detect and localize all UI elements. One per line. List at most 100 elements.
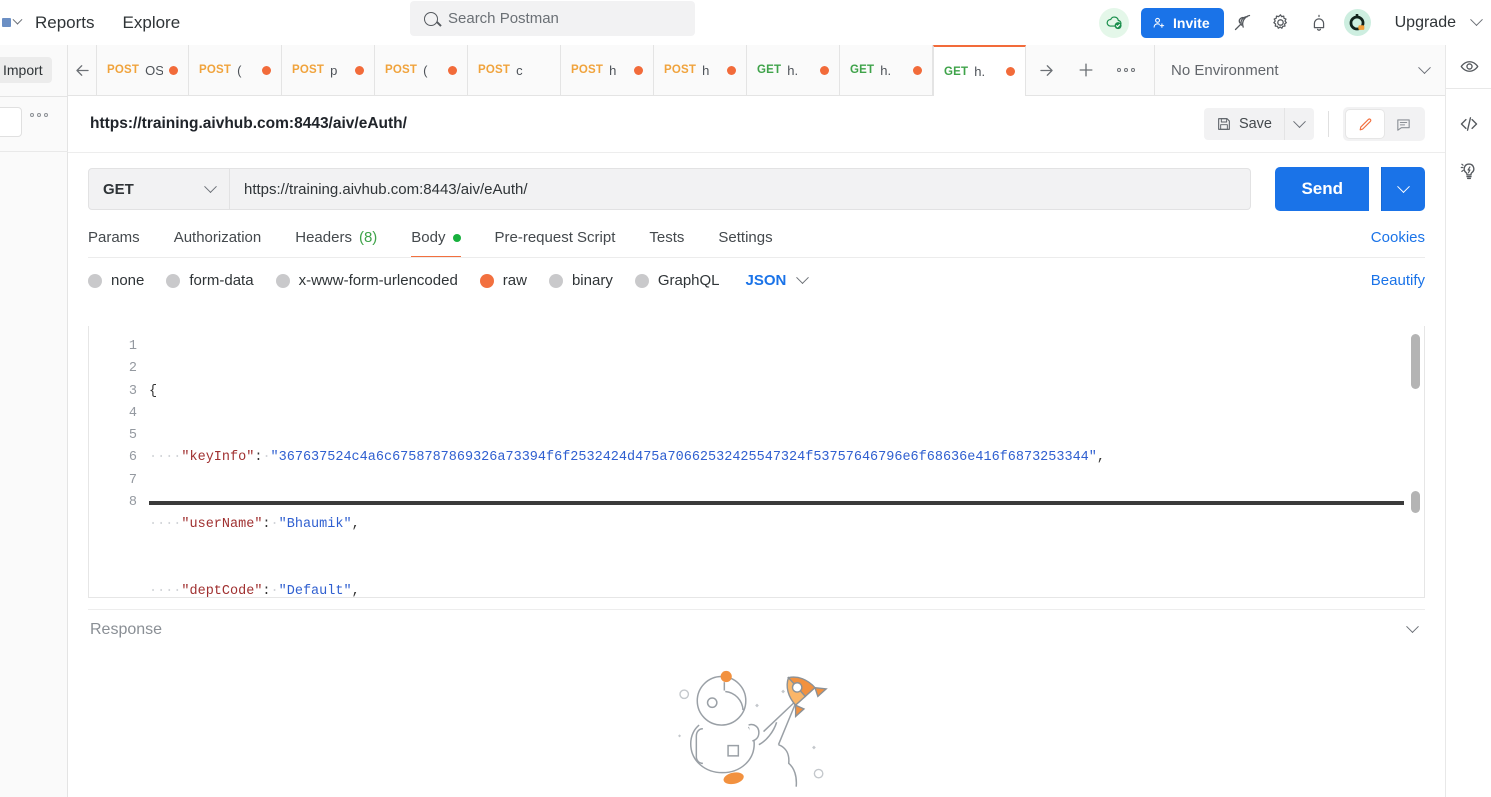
radio-icon (88, 273, 102, 288)
collection-filter-box[interactable] (0, 107, 22, 137)
import-button[interactable]: Import (0, 57, 52, 83)
code-line: ····"keyInfo":·"367637524c4a6c6758787869… (149, 450, 1105, 466)
body-type-x-www-form-urlencoded[interactable]: x-www-form-urlencoded (275, 272, 458, 289)
eye-icon[interactable] (1446, 45, 1491, 87)
request-tab[interactable]: POST ( (375, 45, 468, 95)
ellipsis-icon[interactable] (1106, 45, 1146, 95)
send-options-caret[interactable] (1381, 167, 1425, 211)
radio-label: raw (502, 272, 527, 289)
unsaved-dot-icon (169, 65, 178, 75)
response-title: Response (90, 620, 163, 638)
tab-method: GET (757, 64, 782, 76)
tab-label: Headers (295, 229, 352, 246)
tab-name: ( (237, 62, 242, 78)
http-method-selector[interactable]: GET (88, 168, 230, 210)
ellipsis-icon[interactable] (30, 113, 48, 117)
response-header[interactable]: Response (88, 609, 1425, 649)
body-present-dot-icon (452, 233, 461, 242)
comment-icon[interactable] (1384, 110, 1422, 138)
plus-icon[interactable] (1066, 45, 1106, 95)
tab-name: OST p (145, 62, 163, 78)
request-body-editor[interactable]: 1 2 3 4 5 6 7 8 { ····"keyInfo":·"367637… (88, 326, 1425, 598)
tab-tests[interactable]: Tests (632, 229, 701, 258)
chevron-down-icon (204, 179, 217, 193)
code-icon[interactable] (1446, 103, 1491, 145)
request-tab[interactable]: POST h (561, 45, 654, 95)
editor-vertical-scrollbar[interactable] (1411, 334, 1420, 389)
page-title: https://training.aivhub.com:8443/aiv/eAu… (90, 115, 407, 132)
save-button[interactable]: Save (1203, 108, 1284, 140)
search-postman-box[interactable] (410, 1, 695, 36)
arrow-right-icon[interactable] (1026, 45, 1066, 95)
environment-label: No Environment (1171, 61, 1279, 79)
tab-params[interactable]: Params (88, 229, 157, 258)
tab-pre-request-script[interactable]: Pre-request Script (478, 229, 633, 258)
beautify-link[interactable]: Beautify (1371, 272, 1425, 289)
tab-name: p (330, 62, 338, 78)
arrow-left-icon[interactable] (68, 45, 96, 95)
tab-authorization[interactable]: Authorization (157, 229, 279, 258)
tab-headers[interactable]: Headers (8) (278, 229, 394, 258)
raw-format-selector[interactable]: JSON (746, 271, 810, 289)
editor-horizontal-scrollbar[interactable] (149, 501, 1404, 505)
search-input[interactable] (448, 10, 681, 27)
request-tab[interactable]: GET h. (840, 45, 933, 95)
request-main-panel: https://training.aivhub.com:8443/aiv/eAu… (68, 96, 1445, 797)
request-tab[interactable]: POST ( (189, 45, 282, 95)
radio-label: x-www-form-urlencoded (298, 272, 458, 289)
pencil-icon[interactable] (1346, 110, 1384, 138)
request-tab[interactable]: POST h (654, 45, 747, 95)
tab-label: Params (88, 229, 140, 246)
request-tab[interactable]: GET h. (747, 45, 840, 95)
request-tab[interactable]: POST c (468, 45, 561, 95)
user-avatar-icon[interactable] (1343, 9, 1371, 36)
header-right-group: Invite Upgrade (1099, 0, 1491, 45)
unsaved-dot-icon (262, 65, 271, 75)
satellite-icon[interactable] (1224, 0, 1262, 45)
unsaved-dot-icon (820, 65, 829, 75)
editor-line-numbers: 1 2 3 4 5 6 7 8 (128, 339, 137, 511)
radio-label: none (111, 272, 145, 289)
request-tab[interactable]: POST OST p (96, 45, 189, 95)
tab-label: Settings (718, 229, 773, 246)
request-tab-active[interactable]: GET h. (933, 45, 1026, 96)
unsaved-dot-icon (448, 65, 457, 75)
body-type-none[interactable]: none (88, 272, 144, 289)
send-button[interactable]: Send (1275, 167, 1369, 211)
chevron-down-icon[interactable] (1470, 13, 1491, 27)
code-line: ····"deptCode":·"Default", (149, 584, 360, 598)
chevron-down-icon[interactable] (1406, 620, 1419, 634)
workspace-chevron-icon[interactable] (0, 14, 23, 27)
request-tab[interactable]: POST p (282, 45, 375, 95)
editor-vertical-scrollbar-lower[interactable] (1411, 491, 1420, 513)
nav-explore[interactable]: Explore (109, 0, 195, 45)
astronaut-rocket-illustration (68, 656, 1445, 797)
view-mode-segmented (1343, 107, 1425, 141)
body-type-form-data[interactable]: form-data (166, 272, 254, 289)
upgrade-button[interactable]: Upgrade (1379, 0, 1472, 45)
editor-code-content[interactable]: { ····"keyInfo":·"367637524c4a6c67587878… (149, 336, 1402, 598)
request-title-actions: Save (1203, 107, 1445, 141)
person-add-icon (1153, 17, 1165, 28)
tab-label: Authorization (173, 229, 262, 246)
save-options-caret[interactable] (1284, 108, 1314, 140)
tab-settings[interactable]: Settings (701, 229, 789, 258)
tab-label: Tests (649, 229, 685, 246)
divider (1328, 111, 1329, 137)
cookies-link[interactable]: Cookies (1371, 229, 1425, 258)
request-tab-bar: POST OST p POST ( POST p POST ( POST c P… (68, 45, 1445, 96)
url-input[interactable] (230, 168, 1252, 210)
nav-reports[interactable]: Reports (21, 0, 109, 45)
bell-icon[interactable] (1300, 0, 1338, 45)
environment-selector[interactable]: No Environment (1155, 45, 1445, 95)
cloud-sync-ok-icon[interactable] (1099, 7, 1130, 38)
invite-button[interactable]: Invite (1141, 7, 1224, 38)
body-type-graphql[interactable]: GraphQL (634, 272, 720, 289)
tab-body[interactable]: Body (394, 229, 477, 258)
body-type-binary[interactable]: binary (548, 272, 613, 289)
radio-icon-selected (479, 273, 494, 288)
lightbulb-icon[interactable] (1446, 150, 1491, 192)
gear-icon[interactable] (1262, 0, 1300, 45)
unsaved-dot-icon (727, 65, 736, 75)
body-type-raw[interactable]: raw (479, 272, 527, 289)
